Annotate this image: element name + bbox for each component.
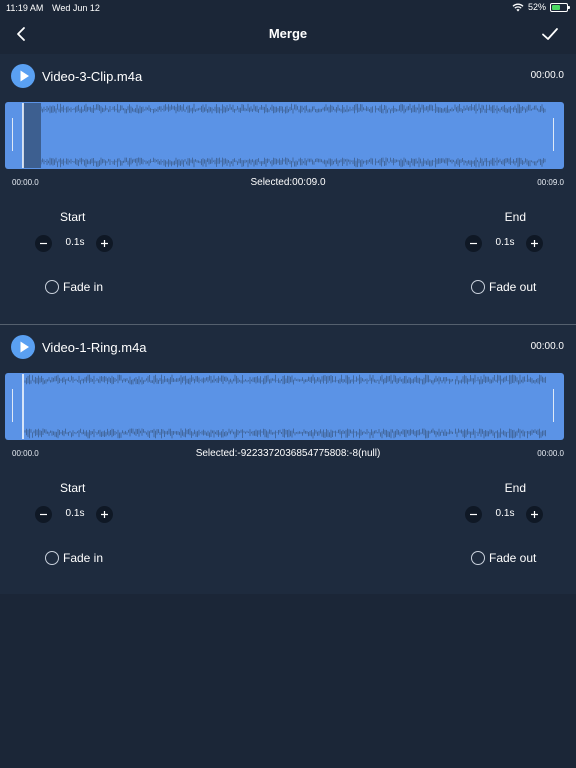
fade-out-label: Fade out: [489, 551, 537, 565]
plus-icon: [101, 511, 108, 518]
radio-circle-icon: [45, 280, 59, 294]
plus-icon: [531, 511, 538, 518]
track-file-name: Video-1-Ring.m4a: [42, 340, 147, 355]
play-button[interactable]: [11, 64, 35, 88]
range-end-time: 00:09.0: [537, 178, 564, 187]
page-title: Merge: [268, 26, 308, 41]
status-time: 11:19 AM: [6, 3, 44, 13]
end-decrement-button[interactable]: [465, 235, 482, 252]
empty-area: [0, 594, 576, 768]
start-value: 0.1s: [65, 237, 85, 248]
start-decrement-button[interactable]: [35, 235, 52, 252]
right-trim-handle[interactable]: [553, 118, 554, 151]
status-bar: 11:19 AM Wed Jun 12 52%: [0, 0, 576, 16]
minus-icon: [470, 242, 477, 245]
start-value: 0.1s: [65, 508, 85, 519]
plus-icon: [101, 240, 108, 247]
end-label: End: [504, 481, 526, 495]
status-date: Wed Jun 12: [52, 3, 100, 13]
play-icon: [20, 70, 29, 82]
track-duration: 00:00.0: [530, 70, 564, 81]
plus-icon: [531, 240, 538, 247]
minus-icon: [40, 513, 47, 516]
end-increment-button[interactable]: [526, 235, 543, 252]
play-icon: [20, 341, 29, 353]
selected-duration: Selected:-9223372036854775808:-8(null): [195, 448, 381, 459]
end-increment-button[interactable]: [526, 506, 543, 523]
start-decrement-button[interactable]: [35, 506, 52, 523]
start-increment-button[interactable]: [96, 506, 113, 523]
radio-circle-icon: [45, 551, 59, 565]
radio-circle-icon: [471, 280, 485, 294]
radio-circle-icon: [471, 551, 485, 565]
battery-icon: [550, 2, 570, 12]
waveform: [22, 374, 546, 439]
range-end-time: 00:00.0: [537, 449, 564, 458]
fade-in-label: Fade in: [63, 280, 104, 294]
track-duration: 00:00.0: [530, 341, 564, 352]
end-value: 0.1s: [495, 237, 515, 248]
done-button[interactable]: [538, 22, 562, 46]
fade-out-label: Fade out: [489, 280, 537, 294]
minus-icon: [40, 242, 47, 245]
track-panel-1: Video-3-Clip.m4a 00:00.0 00:00.0 Selecte…: [0, 54, 576, 324]
checkmark-icon: [542, 28, 558, 40]
fade-in-label: Fade in: [63, 551, 104, 565]
start-increment-button[interactable]: [96, 235, 113, 252]
minus-icon: [470, 513, 477, 516]
waveform-selector[interactable]: [5, 102, 564, 169]
track-panel-2: Video-1-Ring.m4a 00:00.0 00:00.0 Selecte…: [0, 324, 576, 594]
fade-in-toggle[interactable]: Fade in: [45, 551, 103, 565]
start-label: Start: [60, 210, 86, 224]
nav-bar: Merge: [0, 16, 576, 54]
left-trim-handle[interactable]: [12, 118, 13, 151]
fade-out-toggle[interactable]: Fade out: [471, 280, 536, 294]
fade-in-toggle[interactable]: Fade in: [45, 280, 103, 294]
right-trim-handle[interactable]: [553, 389, 554, 422]
end-label: End: [504, 210, 526, 224]
end-decrement-button[interactable]: [465, 506, 482, 523]
battery-percent: 52%: [527, 2, 546, 12]
selected-duration: Selected:00:09.0: [250, 177, 326, 188]
left-trim-handle[interactable]: [12, 389, 13, 422]
play-button[interactable]: [11, 335, 35, 359]
track-file-name: Video-3-Clip.m4a: [42, 69, 143, 84]
start-label: Start: [60, 481, 86, 495]
end-value: 0.1s: [495, 508, 515, 519]
waveform-selector[interactable]: [5, 373, 564, 440]
wifi-icon: [512, 3, 524, 11]
fade-out-toggle[interactable]: Fade out: [471, 551, 536, 565]
waveform: [22, 103, 546, 168]
status-right: 52%: [512, 2, 570, 12]
